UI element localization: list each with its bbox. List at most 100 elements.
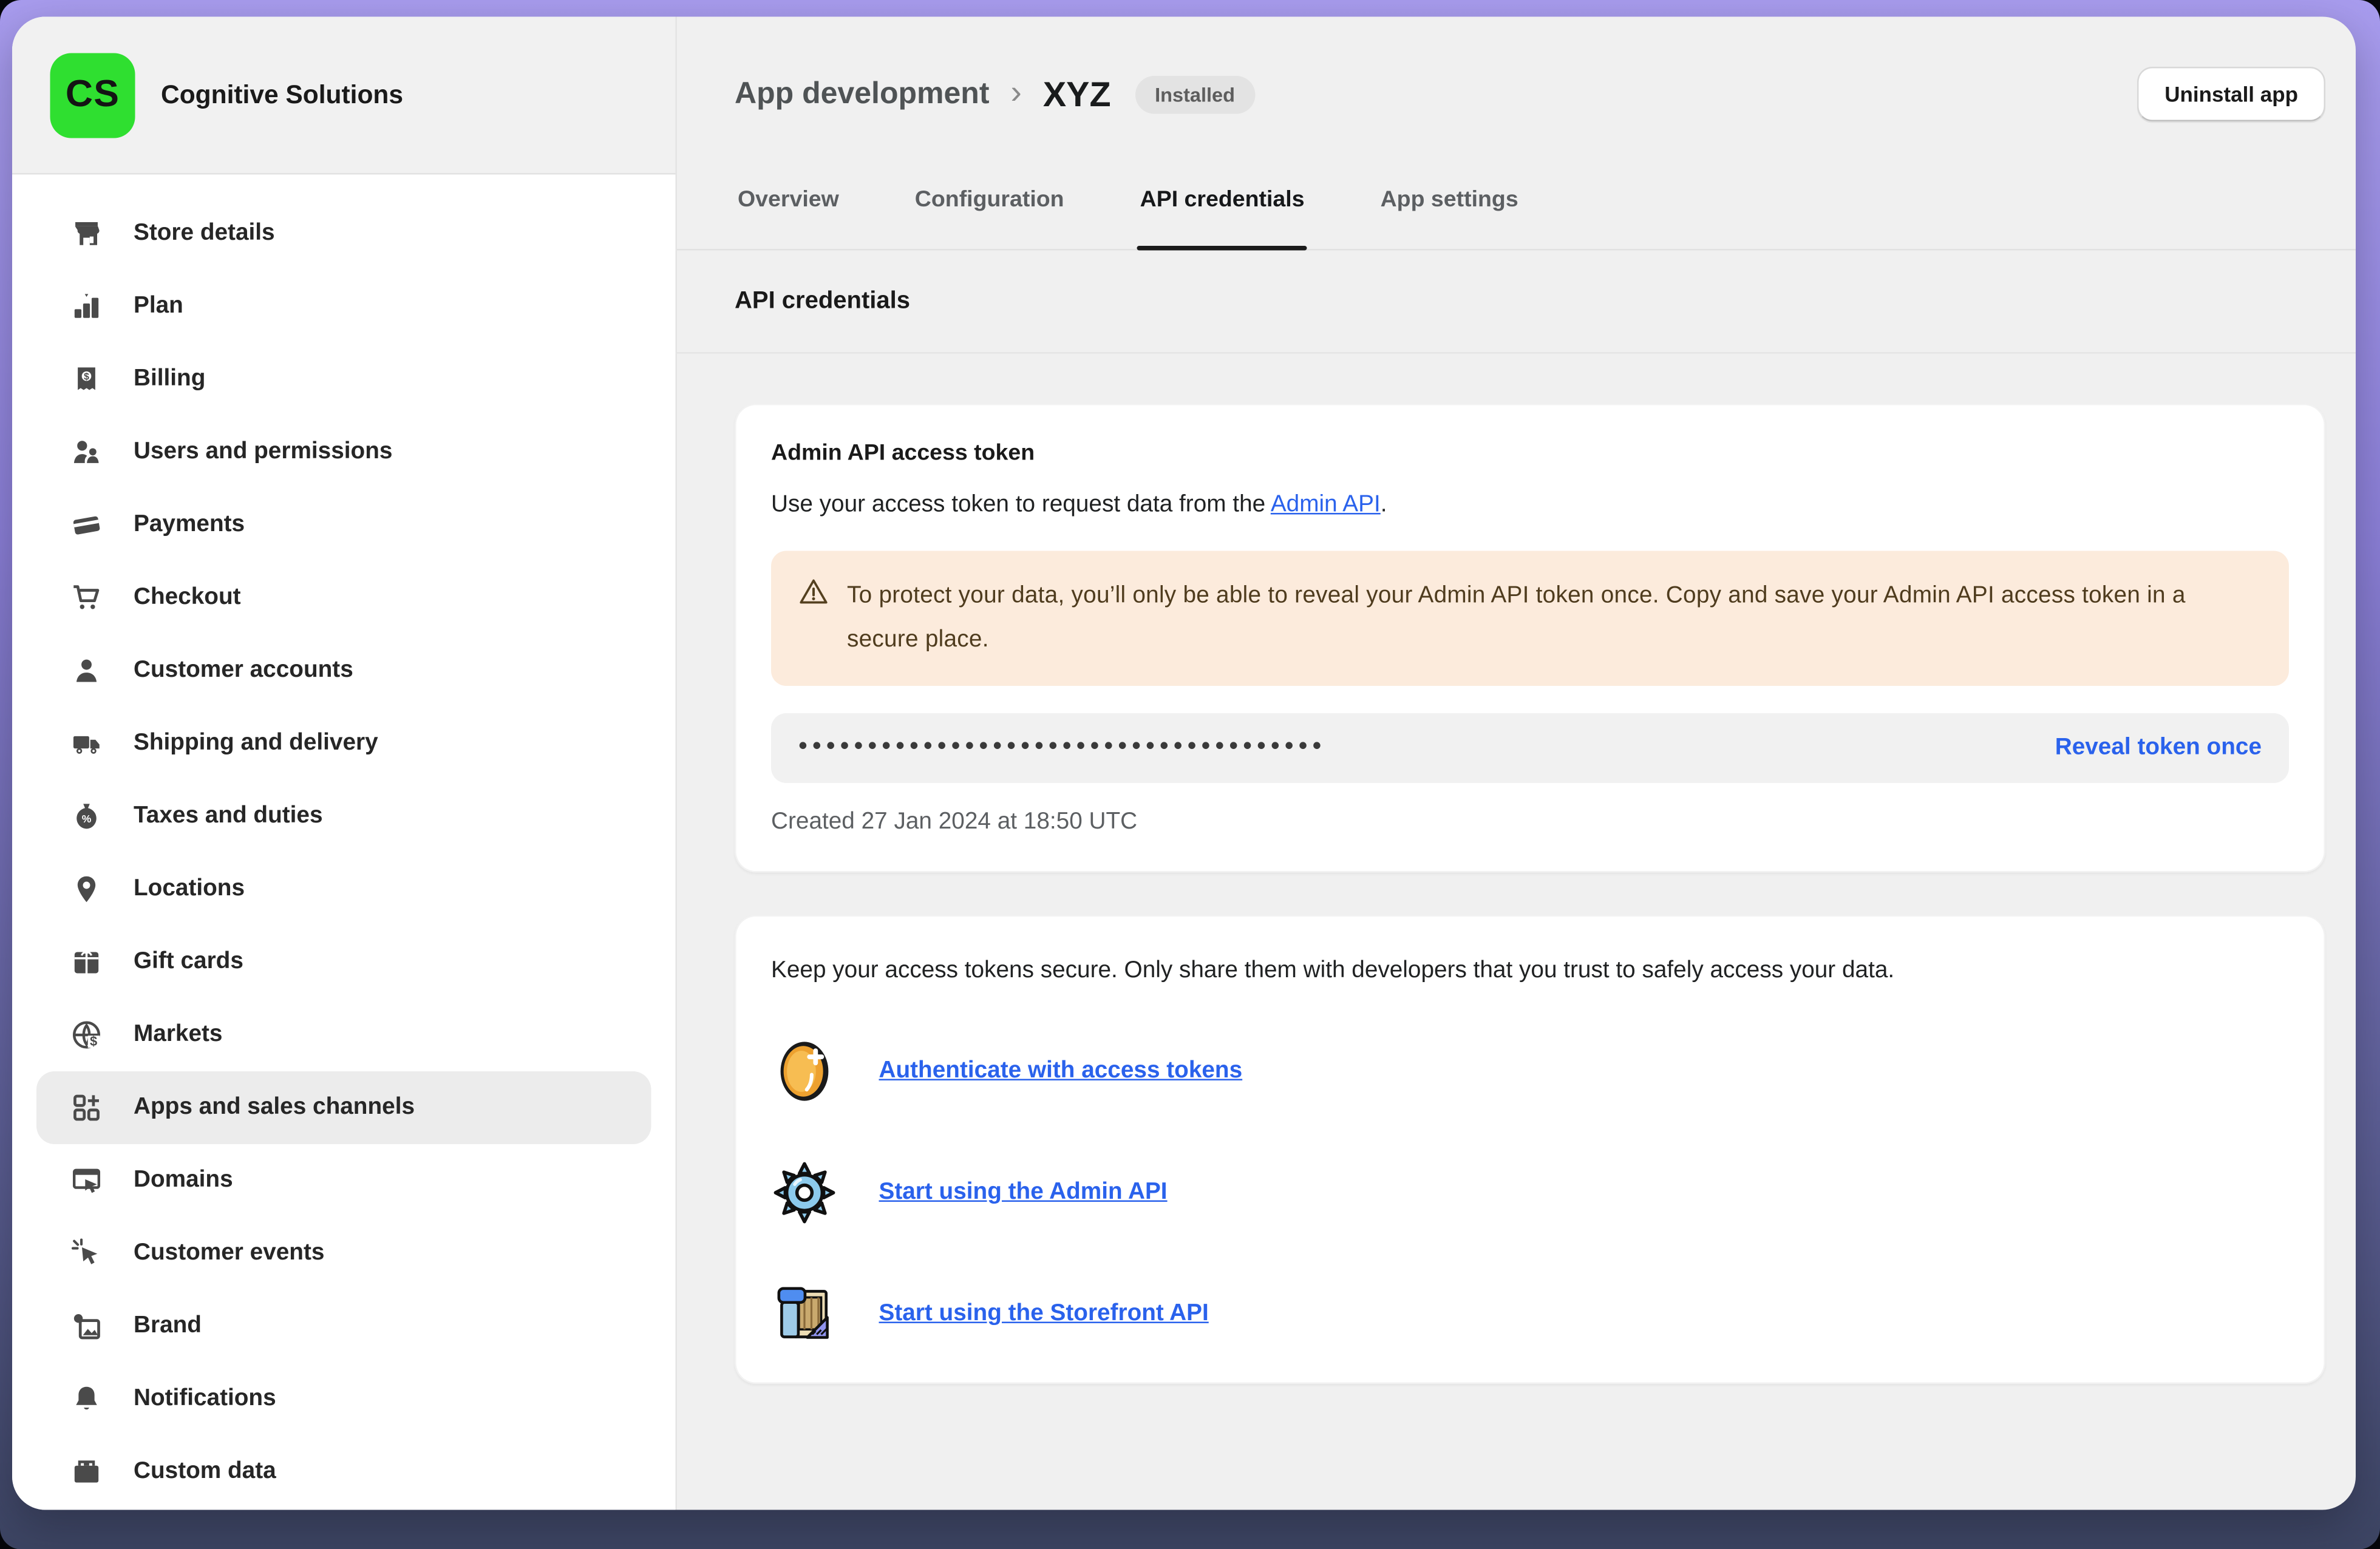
warning-triangle-icon	[798, 576, 829, 606]
sidebar-item-label: Billing	[134, 366, 205, 393]
sidebar-item-store-details[interactable]: Store details	[36, 197, 651, 270]
sidebar-item-locations[interactable]: Locations	[36, 853, 651, 926]
breadcrumb: App development › XYZ Installed	[735, 73, 1255, 115]
sidebar-item-brand[interactable]: Brand	[36, 1290, 651, 1363]
tab-app-settings[interactable]: App settings	[1378, 172, 1521, 249]
sidebar-item-plan[interactable]: Plan	[36, 270, 651, 343]
customer-events-icon	[72, 1238, 102, 1269]
settings-sidebar: CS Cognitive Solutions Store details Pla…	[12, 17, 677, 1510]
sidebar-item-shipping-and-delivery[interactable]: Shipping and delivery	[36, 707, 651, 780]
settings-nav: Store details Plan $ Billing Users and p…	[12, 175, 676, 1510]
section-title-row: API credentials	[677, 251, 2356, 354]
sidebar-item-customer-events[interactable]: Customer events	[36, 1217, 651, 1290]
security-intro-text: Keep your access tokens secure. Only sha…	[771, 951, 2289, 986]
plan-icon	[72, 291, 102, 322]
sidebar-item-label: Customer events	[134, 1240, 324, 1267]
sidebar-item-label: Checkout	[134, 585, 241, 612]
token-security-card: Keep your access tokens secure. Only sha…	[735, 914, 2325, 1384]
main-panel: App development › XYZ Installed Uninstal…	[677, 17, 2356, 1510]
content-area: Admin API access token Use your access t…	[677, 354, 2356, 1510]
tab-bar: Overview Configuration API credentials A…	[677, 172, 2356, 251]
token-card-title: Admin API access token	[771, 440, 2289, 466]
taxes-icon: %	[72, 801, 102, 832]
sidebar-item-label: Brand	[134, 1313, 202, 1340]
sidebar-item-billing[interactable]: $ Billing	[36, 343, 651, 416]
shipping-icon	[72, 728, 102, 759]
markets-icon: $	[72, 1020, 102, 1050]
sidebar-item-custom-data[interactable]: Custom data	[36, 1435, 651, 1508]
resource-links: Authenticate with access tokens Start us…	[771, 1039, 2289, 1348]
sidebar-item-label: Store details	[134, 220, 275, 248]
account-name: Cognitive Solutions	[161, 80, 403, 110]
warning-banner: To protect your data, you’ll only be abl…	[771, 551, 2289, 685]
resource-link-start-using-the-storefront-api: Start using the Storefront API	[771, 1281, 2289, 1348]
notifications-icon	[72, 1384, 102, 1414]
page-header: App development › XYZ Installed Uninstal…	[677, 17, 2356, 172]
apps-icon	[72, 1093, 102, 1123]
account-header: CS Cognitive Solutions	[12, 17, 676, 175]
svg-text:$: $	[84, 371, 89, 382]
sidebar-item-label: Apps and sales channels	[134, 1094, 415, 1122]
breadcrumb-app-development[interactable]: App development	[735, 76, 989, 112]
sidebar-item-gift-cards[interactable]: Gift cards	[36, 926, 651, 998]
sidebar-item-label: Shipping and delivery	[134, 730, 378, 758]
masked-token-value: ••••••••••••••••••••••••••••••••••••••	[798, 733, 1326, 759]
sidebar-item-label: Payments	[134, 512, 245, 539]
section-title: API credentials	[735, 288, 2298, 316]
customer-accounts-icon	[72, 656, 102, 686]
sidebar-item-checkout[interactable]: Checkout	[36, 561, 651, 634]
tab-overview[interactable]: Overview	[735, 172, 842, 249]
token-created-timestamp: Created 27 Jan 2024 at 18:50 UTC	[771, 808, 2289, 835]
sidebar-item-label: Customer accounts	[134, 657, 353, 685]
checkout-icon	[72, 583, 102, 613]
custom-data-icon	[72, 1457, 102, 1487]
svg-text:%: %	[82, 813, 92, 825]
coin-icon	[771, 1039, 838, 1105]
uninstall-app-button[interactable]: Uninstall app	[2137, 67, 2325, 121]
payments-icon	[72, 510, 102, 540]
resource-link-start-using-the-admin-api: Start using the Admin API	[771, 1160, 2289, 1227]
sidebar-item-label: Markets	[134, 1022, 222, 1049]
sidebar-item-notifications[interactable]: Notifications	[36, 1363, 651, 1435]
resource-link-label[interactable]: Authenticate with access tokens	[879, 1058, 1243, 1085]
store-icon	[72, 219, 102, 249]
users-icon	[72, 437, 102, 467]
admin-api-link[interactable]: Admin API	[1271, 492, 1381, 518]
sidebar-item-markets[interactable]: $ Markets	[36, 998, 651, 1071]
resource-link-label[interactable]: Start using the Admin API	[879, 1179, 1168, 1207]
svg-text:$: $	[90, 1034, 97, 1049]
storefront-icon	[771, 1281, 838, 1348]
sidebar-item-label: Plan	[134, 293, 183, 320]
brand-icon	[72, 1311, 102, 1341]
gear-icon	[771, 1160, 838, 1227]
sidebar-item-label: Users and permissions	[134, 439, 392, 466]
masked-token-field: •••••••••••••••••••••••••••••••••••••• R…	[771, 713, 2289, 782]
page-title: XYZ	[1043, 73, 1111, 115]
sidebar-item-label: Gift cards	[134, 949, 243, 976]
resource-link-label[interactable]: Start using the Storefront API	[879, 1301, 1209, 1328]
sidebar-item-label: Notifications	[134, 1386, 276, 1413]
locations-icon	[72, 874, 102, 904]
sidebar-item-payments[interactable]: Payments	[36, 489, 651, 561]
reveal-token-link[interactable]: Reveal token once	[2055, 734, 2262, 761]
sidebar-item-label: Taxes and duties	[134, 803, 323, 830]
tab-api-credentials[interactable]: API credentials	[1137, 172, 1308, 249]
resource-link-authenticate-with-access-tokens: Authenticate with access tokens	[771, 1039, 2289, 1105]
tab-configuration[interactable]: Configuration	[912, 172, 1067, 249]
chevron-right-icon: ›	[1010, 73, 1021, 112]
sidebar-item-users-and-permissions[interactable]: Users and permissions	[36, 416, 651, 489]
domains-icon	[72, 1165, 102, 1196]
admin-api-token-card: Admin API access token Use your access t…	[735, 404, 2325, 872]
settings-modal: CS Cognitive Solutions Store details Pla…	[12, 17, 2356, 1510]
sidebar-item-taxes-and-duties[interactable]: % Taxes and duties	[36, 780, 651, 853]
gift-cards-icon	[72, 947, 102, 977]
sidebar-item-apps-and-sales-channels[interactable]: Apps and sales channels	[36, 1071, 651, 1144]
sidebar-item-customer-accounts[interactable]: Customer accounts	[36, 634, 651, 707]
token-card-description: Use your access token to request data fr…	[771, 489, 2289, 521]
billing-icon: $	[72, 364, 102, 395]
warning-text: To protect your data, you’ll only be abl…	[847, 573, 2259, 662]
status-badge: Installed	[1135, 75, 1255, 114]
store-avatar: CS	[50, 52, 135, 137]
sidebar-item-domains[interactable]: Domains	[36, 1144, 651, 1217]
sidebar-item-label: Custom data	[134, 1459, 276, 1486]
